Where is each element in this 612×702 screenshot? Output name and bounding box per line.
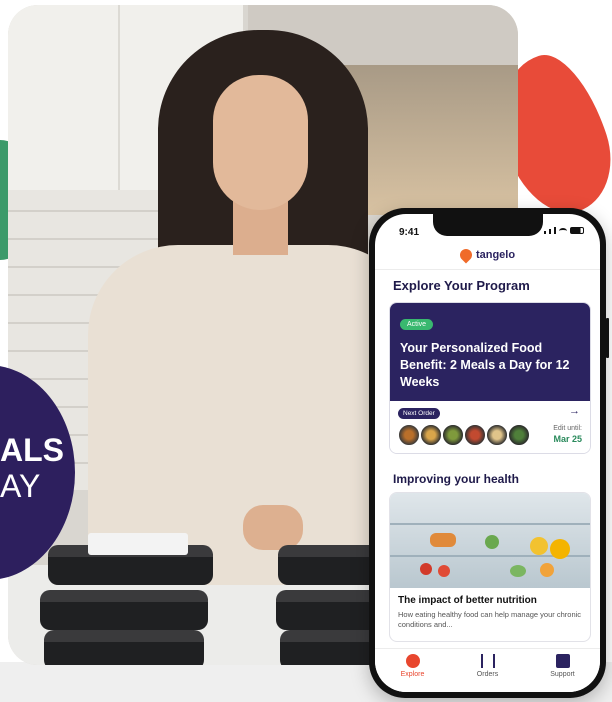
- tangelo-logo-icon: [457, 246, 475, 264]
- phone-mockup: 9:41 tangelo Explore Your Program Active…: [369, 208, 609, 698]
- page-title: Explore Your Program: [393, 278, 530, 293]
- promo-badge-line2: AY: [0, 468, 41, 504]
- status-badge: Active: [400, 319, 434, 330]
- fridge-shelf: [390, 523, 590, 525]
- tab-support[interactable]: Support: [533, 654, 593, 692]
- program-card-header: Active Your Personalized Food Benefit: 2…: [390, 303, 590, 401]
- compass-icon: [405, 654, 420, 668]
- section-title: Improving your health: [393, 472, 520, 486]
- food-item: [420, 563, 432, 575]
- meal-thumbnail: [507, 423, 531, 447]
- arrow-right-icon[interactable]: →: [569, 405, 580, 417]
- food-item: [438, 565, 450, 577]
- person-face: [213, 75, 308, 210]
- phone-notch: [433, 214, 543, 236]
- wifi-icon: [559, 228, 567, 234]
- tab-label: Support: [550, 671, 575, 678]
- edit-until: Edit until: Mar 25: [553, 425, 582, 444]
- meal-container: [44, 630, 204, 665]
- meal-thumbnail: [397, 423, 421, 447]
- signal-icon: [549, 229, 551, 234]
- hero-section: ALS AY 9:41 tangelo Explore Your Program: [0, 0, 612, 702]
- program-headline: Your Personalized Food Benefit: 2 Meals …: [400, 341, 570, 389]
- container-label: [88, 533, 188, 555]
- article-title: The impact of better nutrition: [398, 595, 537, 606]
- tab-bar: Explore Orders Support: [375, 648, 600, 692]
- meal-thumbnail: [463, 423, 487, 447]
- tab-orders[interactable]: Orders: [458, 654, 518, 692]
- meal-thumbnail: [441, 423, 465, 447]
- battery-icon: [570, 227, 584, 234]
- next-order-badge: Next Order: [398, 408, 440, 419]
- tab-label: Orders: [476, 671, 499, 678]
- chat-icon: [555, 654, 570, 668]
- status-time: 9:41: [399, 227, 420, 238]
- header-divider: [375, 269, 600, 270]
- meal-thumbnail: [419, 423, 443, 447]
- meal-container: [40, 590, 208, 630]
- meal-thumbnails: [397, 423, 531, 447]
- brand-header: tangelo: [375, 246, 600, 264]
- program-card[interactable]: Active Your Personalized Food Benefit: 2…: [389, 302, 591, 454]
- next-order-section[interactable]: Next Order → Edit until: Mar 25: [390, 401, 590, 453]
- article-image: [390, 493, 590, 588]
- promo-badge-text: ALS AY: [0, 432, 64, 504]
- food-item: [485, 535, 499, 549]
- phone-screen: 9:41 tangelo Explore Your Program Active…: [375, 214, 600, 692]
- promo-badge-line1: ALS: [0, 432, 64, 468]
- signal-icon: [544, 231, 546, 234]
- food-item: [430, 533, 456, 547]
- food-item: [510, 565, 526, 577]
- tab-explore[interactable]: Explore: [383, 654, 443, 692]
- edit-until-date: Mar 25: [553, 434, 582, 444]
- cabinet-seam: [118, 5, 120, 190]
- food-item: [550, 539, 570, 559]
- food-item: [530, 537, 548, 555]
- food-item: [540, 563, 554, 577]
- status-icons: [544, 227, 584, 234]
- person-hand: [243, 505, 303, 550]
- utensils-icon: [480, 654, 495, 668]
- brand-name: tangelo: [475, 249, 516, 261]
- article-description: How eating healthy food can help manage …: [398, 610, 582, 629]
- edit-until-label: Edit until:: [553, 425, 582, 432]
- article-card[interactable]: The impact of better nutrition How eatin…: [389, 492, 591, 642]
- tab-label: Explore: [400, 671, 425, 678]
- meal-thumbnail: [485, 423, 509, 447]
- phone-side-button: [606, 318, 609, 358]
- signal-icon: [554, 227, 556, 234]
